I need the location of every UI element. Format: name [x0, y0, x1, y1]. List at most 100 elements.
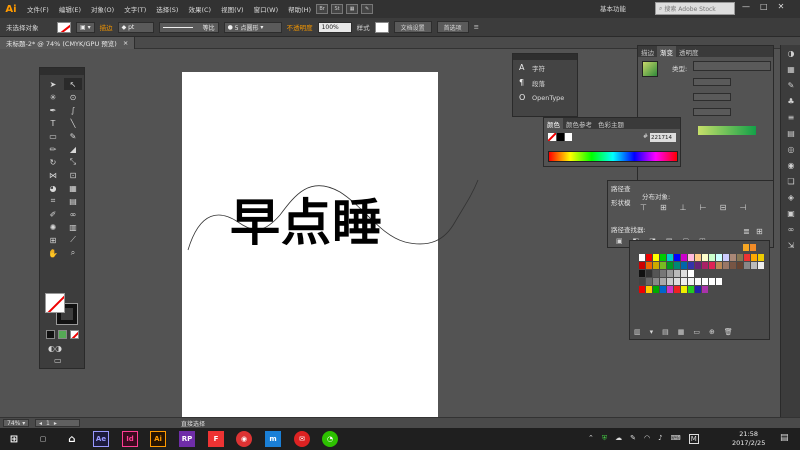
security-shield-icon[interactable]: ⛨: [602, 434, 607, 444]
document-tab[interactable]: 未标题-2* @ 74% (CMYK/GPU 预览) ×: [0, 37, 136, 49]
direct-selection-tool-icon[interactable]: ↖: [64, 78, 82, 90]
paintbrush-tool-icon[interactable]: ✎: [64, 130, 82, 142]
swatch-row[interactable]: [639, 262, 765, 269]
artboard-text[interactable]: 早点睡: [230, 183, 383, 255]
stroke-label[interactable]: 描边: [100, 22, 113, 32]
eyedropper-tool-icon[interactable]: ✐: [44, 208, 62, 220]
tools-panel-header[interactable]: [40, 68, 84, 75]
selection-tool-icon[interactable]: ➤: [44, 78, 62, 90]
opacity-label[interactable]: 不透明度: [287, 22, 313, 32]
appearance-dock-icon[interactable]: ◉: [781, 157, 800, 173]
minimize-button[interactable]: —: [742, 2, 750, 11]
axure-rp-icon[interactable]: RP: [179, 431, 195, 447]
notifications-icon[interactable]: ▤: [780, 433, 789, 443]
gradient-mode-button[interactable]: [58, 330, 67, 339]
mesh-tool-icon[interactable]: ⌗: [44, 195, 62, 207]
links-dock-icon[interactable]: ∞: [781, 221, 800, 237]
netease-music-icon[interactable]: ◉: [236, 431, 252, 447]
menu-window[interactable]: 窗口(W): [249, 4, 284, 14]
distribute-top-icon[interactable]: ⊤: [640, 203, 647, 212]
color-dock-icon[interactable]: ◑: [781, 45, 800, 61]
pathfinder-tab[interactable]: 路径查: [611, 183, 631, 193]
layers-dock-icon[interactable]: ◈: [781, 189, 800, 205]
brush-definition[interactable]: ● 5 点圆形 ▾: [223, 21, 282, 33]
search-input[interactable]: ⌕ 搜索 Adobe Stock: [655, 2, 735, 15]
taskbar-clock[interactable]: 21:58 2017/2/25: [732, 430, 765, 448]
artboards-dock-icon[interactable]: ▣: [781, 205, 800, 221]
volume-icon[interactable]: ♪: [658, 434, 662, 444]
after-effects-icon[interactable]: Ae: [93, 431, 109, 447]
menu-file[interactable]: 文件(F): [22, 4, 54, 14]
graphic-style-swatch[interactable]: [374, 21, 389, 33]
show-kinds-icon[interactable]: ▾: [650, 328, 654, 336]
mail-icon[interactable]: ✉: [294, 431, 310, 447]
rotate-tool-icon[interactable]: ↻: [44, 156, 62, 168]
stroke-swatch[interactable]: ▣ ▾: [76, 21, 95, 33]
distribute-left-icon[interactable]: ⊢: [700, 203, 707, 212]
color-group-icon[interactable]: ▦: [678, 328, 685, 336]
swatch-row[interactable]: [639, 286, 709, 293]
tab-stroke[interactable]: 描边: [638, 46, 657, 58]
show-hidden-icons-icon[interactable]: ⌃: [588, 434, 594, 444]
zoom-tool-icon[interactable]: ⌕: [64, 247, 82, 259]
maxthon-browser-icon[interactable]: m: [265, 431, 281, 447]
color-mode-button[interactable]: [46, 330, 55, 339]
fill-color-box[interactable]: [45, 293, 65, 313]
type-tool-icon[interactable]: T: [44, 117, 62, 129]
control-bar-menu-icon[interactable]: ≡: [474, 23, 479, 31]
swatch-row[interactable]: [639, 270, 695, 277]
tab-gradient[interactable]: 渐变: [657, 45, 676, 58]
distribute-bottom-icon[interactable]: ⊥: [680, 203, 687, 212]
tab-color-themes[interactable]: 色彩主题: [595, 118, 627, 130]
screen-mode-icon[interactable]: ▭: [54, 356, 62, 365]
swatch-dock-icon[interactable]: ▦: [781, 61, 800, 77]
rectangle-tool-icon[interactable]: ▭: [44, 130, 62, 142]
cloud-sync-icon[interactable]: ☁: [615, 434, 622, 444]
pen-workspace-icon[interactable]: ✎: [630, 434, 636, 444]
column-graph-tool-icon[interactable]: ▥: [64, 221, 82, 233]
free-transform-tool-icon[interactable]: ⊡: [64, 169, 82, 181]
draw-mode-icon[interactable]: ◐◑: [48, 344, 62, 353]
new-swatch-icon[interactable]: ⊕: [709, 328, 715, 336]
hex-input[interactable]: 221714: [650, 133, 676, 142]
distribute-vcenter-icon[interactable]: ⊞: [660, 203, 667, 212]
menu-type[interactable]: 文字(T): [119, 4, 151, 14]
maximize-button[interactable]: □: [760, 2, 768, 11]
swatch-row[interactable]: [639, 254, 765, 261]
indesign-icon[interactable]: Id: [122, 431, 138, 447]
divide-icon[interactable]: ▣: [616, 237, 623, 245]
curvature-tool-icon[interactable]: ∫: [64, 104, 82, 116]
close-button[interactable]: ✕: [778, 2, 785, 11]
foxit-reader-icon[interactable]: F: [208, 431, 224, 447]
gradient-location-field[interactable]: [693, 108, 731, 116]
swatch-row[interactable]: [639, 278, 723, 285]
illustrator-icon[interactable]: Ai: [150, 431, 166, 447]
menu-select[interactable]: 选择(S): [151, 4, 183, 14]
tab-color[interactable]: 颜色: [544, 117, 563, 130]
gradient-dock-icon[interactable]: ▤: [781, 125, 800, 141]
slice-tool-icon[interactable]: ⟋: [64, 234, 82, 246]
gradient-tool-icon[interactable]: ▤: [64, 195, 82, 207]
gradient-angle-field[interactable]: [693, 78, 731, 86]
width-tool-icon[interactable]: ⋈: [44, 169, 62, 181]
task-view-icon[interactable]: ▢: [35, 431, 51, 447]
scale-tool-icon[interactable]: ⤡: [64, 156, 82, 168]
symbol-sprayer-tool-icon[interactable]: ✺: [44, 221, 62, 233]
tab-transparency[interactable]: 透明度: [676, 46, 702, 58]
pencil-tool-icon[interactable]: ✏: [44, 143, 62, 155]
artboard-tool-icon[interactable]: ⊞: [44, 234, 62, 246]
white-swatch[interactable]: [565, 133, 572, 141]
preferences-button[interactable]: 首选项: [436, 21, 469, 33]
hand-tool-icon[interactable]: ✋: [44, 247, 62, 259]
keyboard-icon[interactable]: ⌨: [671, 434, 681, 444]
bridge-button[interactable]: Br: [316, 4, 329, 14]
stock-button[interactable]: St: [331, 4, 344, 14]
distribute-right-icon[interactable]: ⊣: [739, 203, 746, 212]
workspace-switcher[interactable]: 基本功能: [600, 3, 626, 13]
feather-icon[interactable]: ✎: [361, 4, 374, 14]
blend-tool-icon[interactable]: ∞: [64, 208, 82, 220]
none-color-icon[interactable]: [548, 133, 556, 141]
new-group-icon[interactable]: ▭: [693, 328, 700, 336]
swatch-library-icon[interactable]: ▥: [634, 328, 641, 336]
menu-edit[interactable]: 编辑(E): [54, 4, 86, 14]
